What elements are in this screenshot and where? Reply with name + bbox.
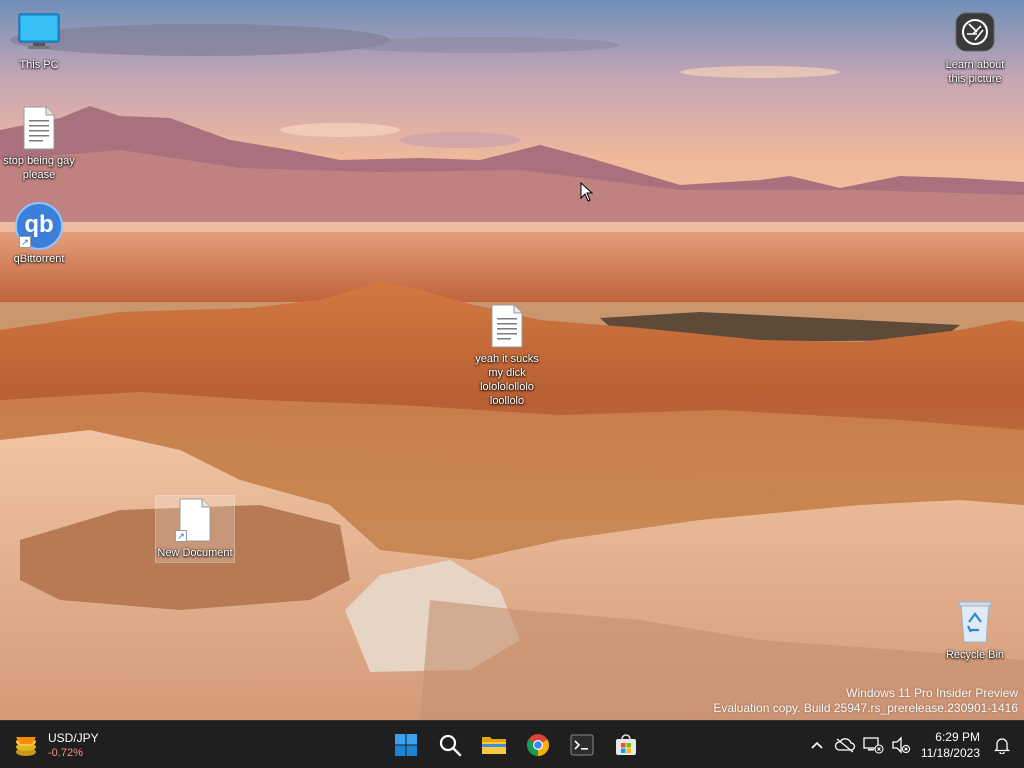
- desktop-icon-recycle-bin[interactable]: Recycle Bin: [938, 598, 1012, 662]
- desktop-icon-label: yeah it sucks my dick lolololollolo lool…: [475, 353, 539, 407]
- desktop-icon-text-file[interactable]: yeah it sucks my dick lolololollolo lool…: [468, 302, 546, 408]
- onedrive-tray-button[interactable]: [831, 729, 859, 761]
- watermark-edition: Windows 11 Pro Insider Preview: [846, 686, 1018, 700]
- os-watermark: Windows 11 Pro Insider Preview Evaluatio…: [713, 686, 1018, 716]
- desktop-icon-label: Learn about this picture: [945, 59, 1005, 85]
- system-tray: 6:29 PM 11/18/2023: [803, 725, 1024, 765]
- bell-icon: [994, 738, 1010, 754]
- desktop-icon-label: qBittorrent: [13, 253, 65, 265]
- desktop-icon-label: stop being gay please: [3, 155, 75, 181]
- file-explorer-button[interactable]: [474, 725, 514, 765]
- folder-icon: [482, 737, 506, 754]
- taskbar-apps: [386, 725, 646, 765]
- text-file-icon: [15, 104, 63, 152]
- store-button[interactable]: [606, 725, 646, 765]
- volume-tray-button[interactable]: [887, 729, 915, 761]
- cloud-offline-icon: [834, 738, 855, 753]
- widgets-button[interactable]: USD/JPY -0.72%: [12, 727, 99, 763]
- chevron-up-icon: [811, 741, 823, 749]
- qbittorrent-glyph: qb: [24, 211, 54, 238]
- shortcut-arrow-icon: ↗: [19, 236, 31, 248]
- store-icon: [616, 734, 636, 755]
- currency-widget-icon: [16, 737, 36, 756]
- show-hidden-icons-button[interactable]: [803, 729, 831, 761]
- taskbar-clock[interactable]: 6:29 PM 11/18/2023: [915, 729, 988, 761]
- document-icon: ↗: [171, 496, 219, 544]
- chrome-button[interactable]: [518, 725, 558, 765]
- clock-date: 11/18/2023: [920, 746, 980, 760]
- desktop-icon-this-pc[interactable]: This PC: [1, 8, 77, 72]
- network-disconnected-icon: [863, 737, 884, 754]
- desktop-icon-text-file[interactable]: stop being gay please: [1, 104, 77, 182]
- start-button[interactable]: [386, 725, 426, 765]
- widget-currency-pair: USD/JPY: [48, 730, 99, 745]
- network-tray-button[interactable]: [859, 729, 887, 761]
- text-file-icon: [483, 302, 531, 350]
- chrome-icon: [527, 734, 549, 756]
- desktop-icon-qbittorrent[interactable]: qb ↗ qBittorrent: [1, 202, 77, 266]
- windows-logo-icon: [395, 734, 417, 756]
- this-pc-icon: [15, 8, 63, 56]
- desktop-icon-label: New Document: [157, 547, 233, 559]
- qbittorrent-icon: qb ↗: [15, 202, 63, 250]
- desktop-icon-label: Recycle Bin: [945, 649, 1005, 661]
- terminal-button[interactable]: [562, 725, 602, 765]
- notifications-button[interactable]: [988, 729, 1016, 761]
- taskbar: USD/JPY -0.72% 6:29 PM 11/18/2023: [0, 720, 1024, 768]
- speaker-muted-icon: [892, 736, 910, 754]
- clock-time: 6:29 PM: [935, 730, 980, 744]
- mouse-cursor-icon: [580, 182, 594, 202]
- recycle-bin-icon: [951, 598, 999, 646]
- terminal-icon: [570, 734, 594, 756]
- widget-currency-change: -0.72%: [48, 746, 83, 759]
- search-icon: [439, 734, 462, 757]
- watermark-build: Evaluation copy. Build 25947.rs_prerelea…: [713, 701, 1018, 715]
- camera-icon: [951, 8, 999, 56]
- desktop-icon-label: This PC: [19, 59, 59, 71]
- search-button[interactable]: [430, 725, 470, 765]
- shortcut-arrow-icon: ↗: [175, 530, 187, 542]
- desktop-icon-learn-about-picture[interactable]: Learn about this picture: [936, 8, 1014, 86]
- desktop-icon-new-document[interactable]: ↗ New Document: [155, 495, 235, 563]
